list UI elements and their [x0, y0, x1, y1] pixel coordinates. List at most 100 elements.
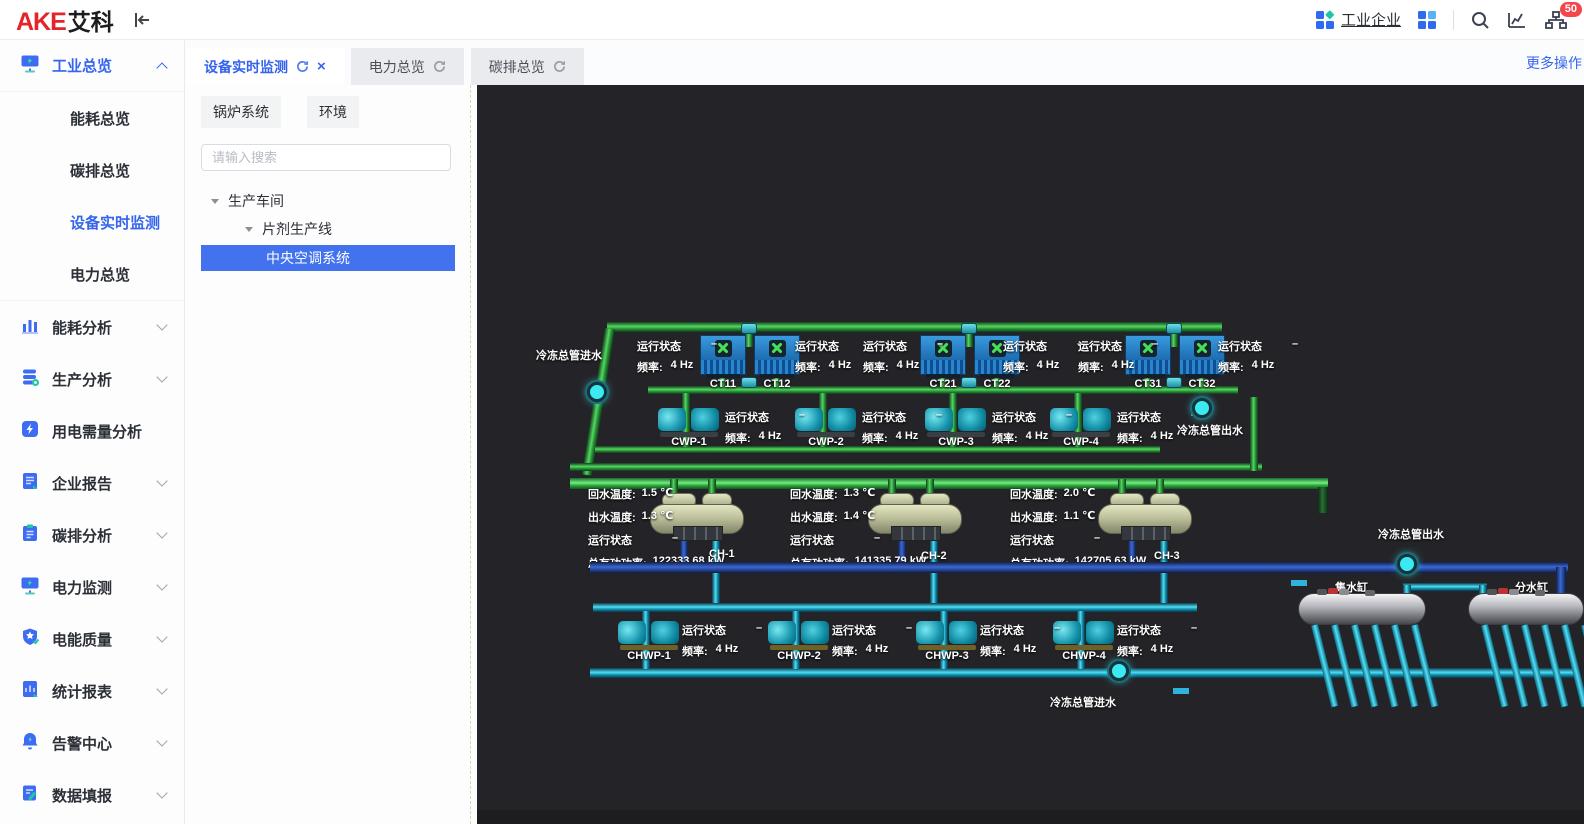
sidebar-item-alarm-center[interactable]: 告警中心	[0, 717, 184, 769]
edit-icon	[20, 783, 40, 808]
device-status-block: 运行状态–频率:4 Hz	[637, 338, 718, 374]
device-status-block: 运行状态–频率:4 Hz	[863, 338, 944, 374]
sidebar-item-statistics-report[interactable]: 统计报表	[0, 665, 184, 717]
system-chips: 锅炉系统 环境	[201, 96, 447, 128]
device-status-block: 运行状态–频率:4 Hz	[980, 622, 1061, 658]
pump-chwp-3[interactable]	[916, 616, 978, 650]
main-area: 设备实时监测 × 电力总览 碳排总览 更多操作 锅炉系统 环境 生产车间	[185, 40, 1584, 824]
caret-down-icon	[245, 226, 253, 232]
sidebar-item-industry-overview[interactable]: 工业总览	[0, 40, 184, 92]
database-icon	[20, 367, 40, 392]
sidebar-item-production-analysis[interactable]: 生产分析	[0, 353, 184, 405]
tab-carbon-overview[interactable]: 碳排总览	[470, 48, 584, 85]
valve-indicator[interactable]	[1192, 398, 1212, 418]
chip-boiler-system[interactable]: 锅炉系统	[201, 96, 281, 128]
bar-chart-icon	[20, 315, 40, 340]
clipboard-icon	[20, 523, 40, 548]
device-tree: 生产车间 片剂生产线 中央空调系统	[201, 187, 455, 271]
sidebar-submenu: 能耗总览 碳排总览 设备实时监测 电力总览	[0, 92, 184, 301]
pump-chwp-4[interactable]	[1053, 616, 1115, 650]
refresh-icon[interactable]	[433, 60, 446, 73]
scada-canvas[interactable]: CT11 CT12 CT21 CT22 CT31 CT32 运行状态 – 频率: 4 …	[477, 85, 1584, 824]
report-icon	[20, 679, 40, 704]
pipe-segment	[590, 562, 1568, 573]
equipment-id: CH-3	[1154, 550, 1180, 562]
pipe-valve-icon	[1166, 323, 1182, 334]
close-icon[interactable]: ×	[317, 59, 326, 74]
bolt-icon	[20, 419, 40, 444]
device-tree-panel: 锅炉系统 环境 生产车间 片剂生产线 中央空调系统	[185, 85, 477, 824]
chevron-down-icon	[156, 371, 168, 383]
valve-indicator[interactable]	[587, 382, 607, 402]
sidebar-item-enterprise-report[interactable]: 企业报告	[0, 457, 184, 509]
shield-icon	[20, 627, 40, 652]
tab-label: 电力总览	[368, 58, 425, 75]
pump-cwp-1[interactable]	[658, 403, 720, 437]
tab-label: 设备实时监测	[204, 58, 288, 75]
chevron-down-icon	[156, 735, 168, 747]
tree-node-workshop[interactable]: 生产车间	[201, 187, 447, 215]
sidebar-item-carbon-analysis[interactable]: 碳排分析	[0, 509, 184, 561]
equipment-id: CHWP-2	[777, 650, 821, 662]
notification-badge: 50	[1559, 1, 1582, 17]
tab-power-overview[interactable]: 电力总览	[350, 48, 464, 85]
search-icon[interactable]	[1470, 10, 1490, 30]
document-icon	[20, 471, 40, 496]
pump-chwp-2[interactable]	[768, 616, 830, 650]
refresh-icon[interactable]	[296, 60, 309, 73]
device-status-block: 运行状态–频率:4 Hz	[832, 622, 913, 658]
chip-environment[interactable]: 环境	[307, 96, 359, 128]
chevron-down-icon	[156, 631, 168, 643]
factory-chart-icon[interactable]	[1506, 10, 1528, 30]
refresh-icon[interactable]	[553, 60, 566, 73]
pipe-label-chw-out: 冷冻总管出水	[1378, 529, 1444, 541]
sidebar-collapse-icon[interactable]	[132, 11, 152, 29]
device-status-block: 运行状态–频率:4 Hz	[1117, 622, 1198, 658]
sidebar-item-energy-analysis[interactable]: 能耗分析	[0, 301, 184, 353]
sidebar-item-label: 工业总览	[52, 58, 113, 75]
equipment-id: CT12	[763, 378, 791, 390]
chevron-down-icon	[156, 579, 168, 591]
chevron-down-icon	[156, 475, 168, 487]
search-input[interactable]	[201, 144, 451, 171]
apps-grid-teal-icon	[1315, 10, 1335, 30]
chevron-down-icon	[156, 787, 168, 799]
cooling-tower-ct12[interactable]	[754, 335, 800, 378]
chevron-down-icon	[156, 527, 168, 539]
apps-grid-icon[interactable]	[1417, 10, 1437, 30]
sidebar-item-power-monitoring[interactable]: 电力监测	[0, 561, 184, 613]
tree-node-hvac-system[interactable]: 中央空调系统	[201, 245, 455, 271]
pipe-label-chw-in: 冷冻总管进水	[1050, 697, 1116, 709]
tree-node-tablet-line[interactable]: 片剂生产线	[201, 215, 447, 243]
caret-down-icon	[211, 198, 219, 204]
canvas-bottom-strip	[477, 810, 1584, 824]
collector-tank[interactable]	[1298, 589, 1426, 625]
monitor-icon	[20, 575, 40, 600]
org-link-label: 工业企业	[1340, 12, 1401, 29]
valve-indicator[interactable]	[1397, 554, 1417, 574]
distributor-tank[interactable]	[1468, 589, 1584, 625]
tab-bar: 设备实时监测 × 电力总览 碳排总览 更多操作	[185, 40, 1584, 85]
fan-icon	[755, 336, 799, 360]
sidebar-item-device-monitoring[interactable]: 设备实时监测	[0, 196, 184, 248]
org-structure-icon[interactable]: 50	[1544, 1, 1582, 30]
sidebar-item-carbon-overview[interactable]: 碳排总览	[0, 144, 184, 196]
top-header: AKE 艾科 工业企业 50	[0, 0, 1584, 40]
valve-indicator[interactable]	[1109, 661, 1129, 681]
device-status-block: 运行状态–频率:4 Hz	[682, 622, 763, 658]
sidebar-item-energy-overview[interactable]: 能耗总览	[0, 92, 184, 144]
sidebar-item-power-overview[interactable]: 电力总览	[0, 248, 184, 300]
more-actions-link[interactable]: 更多操作	[1526, 53, 1582, 73]
tab-device-monitoring[interactable]: 设备实时监测 ×	[186, 48, 344, 85]
pipe-segment	[1250, 397, 1258, 471]
device-status-block: 运行状态–频率:4 Hz	[1003, 338, 1084, 374]
pump-chwp-1[interactable]	[618, 616, 680, 650]
chevron-down-icon	[156, 319, 168, 331]
sidebar-item-power-demand-analysis[interactable]: 用电需量分析	[0, 405, 184, 457]
device-status-block: 运行状态–频率:4 Hz	[1078, 338, 1159, 374]
header-actions: 工业企业 50	[1315, 1, 1582, 30]
org-link[interactable]: 工业企业	[1315, 9, 1401, 30]
pipe-segment	[593, 603, 1197, 612]
sidebar-item-power-quality[interactable]: 电能质量	[0, 613, 184, 665]
sidebar-item-data-entry[interactable]: 数据填报	[0, 769, 184, 821]
